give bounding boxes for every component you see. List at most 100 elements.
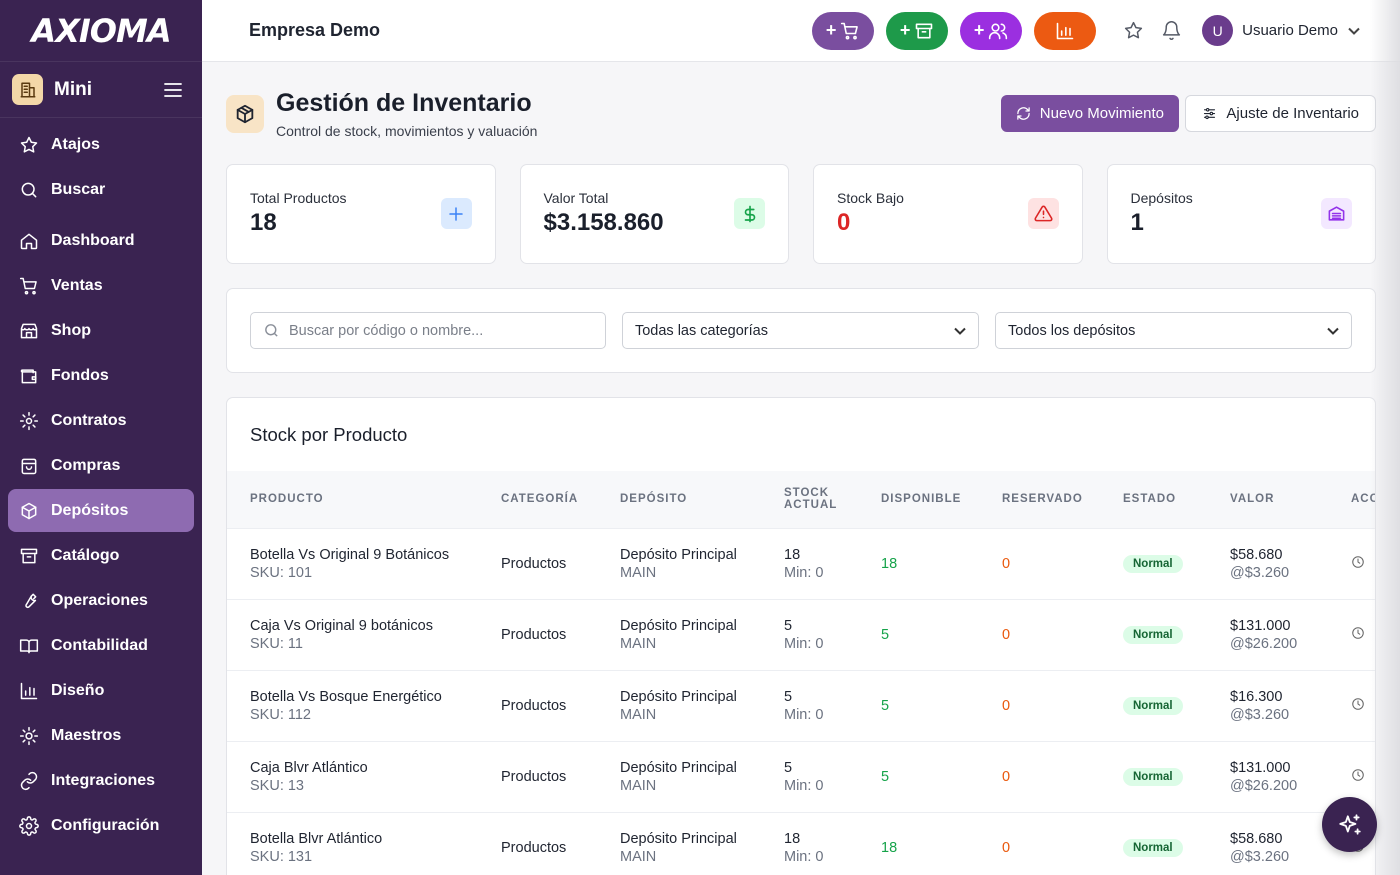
plus-label: +	[899, 20, 911, 40]
col-header[interactable]: Valor	[1230, 471, 1351, 529]
sidebar-item-atajos[interactable]: Atajos	[8, 123, 194, 166]
sidebar-item-label: Atajos	[51, 135, 100, 153]
sidebar-item-catalogo[interactable]: Catálogo	[8, 534, 194, 577]
sidebar-item-depositos[interactable]: Depósitos	[8, 489, 194, 532]
quick-new-product-button[interactable]: +	[886, 11, 949, 50]
page-title: Gestión de Inventario	[276, 89, 532, 117]
sidebar-item-integraciones[interactable]: Integraciones	[8, 759, 194, 802]
col-header[interactable]: Depósito	[620, 471, 784, 529]
quick-new-client-button[interactable]: +	[960, 11, 1023, 50]
cell-warehouse: Depósito Principal MAIN	[620, 528, 784, 600]
quick-new-sale-button[interactable]: +	[812, 11, 875, 50]
archive-icon	[19, 546, 39, 566]
quick-reports-button[interactable]	[1034, 11, 1097, 50]
sidebar-item-label: Depósitos	[51, 501, 129, 519]
table-row[interactable]: Caja Blvr Atlántico SKU: 13 Productos Depós…	[227, 741, 1375, 813]
cart-icon	[19, 276, 39, 296]
stats-row: Total Productos 18 Valor Total $3.158.86…	[226, 164, 1376, 264]
warehouse-select[interactable]: Todos los depósitos	[995, 312, 1353, 349]
sidebar-item-fondos[interactable]: Fondos	[8, 354, 194, 397]
product-sku: SKU: 13	[250, 777, 304, 794]
star-icon	[19, 135, 39, 155]
history-clock-icon[interactable]	[1351, 768, 1365, 786]
stat-label: Depósitos	[1130, 190, 1193, 206]
sidebar-item-contratos[interactable]: Contratos	[8, 399, 194, 442]
sidebar-item-label: Contabilidad	[51, 636, 148, 654]
stat-label: Stock Bajo	[837, 190, 904, 206]
sidebar-item-operaciones[interactable]: Operaciones	[8, 579, 194, 622]
table-row[interactable]: Botella Blvr Atlántico SKU: 131 Productos D…	[227, 812, 1375, 875]
sidebar-item-configuracion[interactable]: Configuración	[8, 804, 194, 847]
sidebar-item-dashboard[interactable]: Dashboard	[8, 219, 194, 262]
cell-category: Productos	[501, 528, 620, 600]
product-name[interactable]: Caja Blvr Atlántico	[250, 760, 501, 776]
store-icon	[19, 321, 39, 341]
product-name[interactable]: Botella Vs Original 9 Botánicos	[250, 547, 501, 563]
bell-icon[interactable]	[1158, 18, 1184, 44]
cell-product: Botella Blvr Atlántico SKU: 131	[227, 812, 501, 875]
inventory-adjust-button[interactable]: Ajuste de Inventario	[1185, 95, 1376, 132]
new-movement-label: Nuevo Movimiento	[1039, 105, 1164, 122]
cell-category: Productos	[501, 599, 620, 671]
cell-reserved: 0	[1002, 741, 1123, 813]
cell-stock: 18 Min: 0	[784, 812, 881, 875]
chevron-down-icon	[954, 327, 966, 335]
sidebar-item-diseno[interactable]: Diseño	[8, 669, 194, 712]
app-logo[interactable]: AXIOMA	[0, 0, 202, 62]
history-clock-icon[interactable]	[1351, 555, 1365, 573]
table-row[interactable]: Caja Vs Original 9 botánicos SKU: 11 Produ…	[227, 599, 1375, 671]
col-header: Acc	[1351, 471, 1375, 529]
cell-actions	[1351, 599, 1375, 671]
history-clock-icon[interactable]	[1351, 626, 1365, 644]
sidebar-item-maestros[interactable]: Maestros	[8, 714, 194, 757]
value-unit: @$3.260	[1230, 706, 1290, 723]
col-header[interactable]: Stock Actual	[784, 471, 881, 529]
product-sku: SKU: 112	[250, 706, 311, 723]
chevron-down-icon	[1327, 327, 1339, 335]
ai-assistant-button[interactable]	[1322, 797, 1377, 852]
stat-label: Valor Total	[543, 190, 609, 206]
col-header[interactable]: Disponible	[881, 471, 1002, 529]
product-name[interactable]: Caja Vs Original 9 botánicos	[250, 618, 501, 634]
product-name[interactable]: Botella Vs Bosque Energético	[250, 689, 501, 705]
sidebar-item-label: Catálogo	[51, 546, 120, 564]
sidebar: AXIOMA Mini Atajos Buscar Dashboard Vent…	[0, 0, 202, 875]
chevron-down-icon	[1348, 27, 1360, 35]
search-input[interactable]	[289, 322, 589, 339]
col-header[interactable]: Estado	[1123, 471, 1230, 529]
col-header[interactable]: Categoría	[501, 471, 620, 529]
col-header[interactable]: Reservado	[1002, 471, 1123, 529]
hamburger-icon[interactable]	[162, 79, 184, 101]
sidebar-item-compras[interactable]: Compras	[8, 444, 194, 487]
sidebar-item-ventas[interactable]: Ventas	[8, 264, 194, 307]
table-row[interactable]: Botella Vs Original 9 Botánicos SKU: 101 P…	[227, 528, 1375, 600]
product-name[interactable]: Botella Blvr Atlántico	[250, 831, 501, 847]
table-title: Stock por Producto	[250, 423, 408, 445]
search-icon	[265, 324, 278, 337]
home-icon	[19, 231, 39, 251]
stock-min: Min: 0	[784, 848, 824, 865]
history-clock-icon[interactable]	[1351, 697, 1365, 715]
sidebar-item-contabilidad[interactable]: Contabilidad	[8, 624, 194, 667]
cell-stock: 5 Min: 0	[784, 741, 881, 813]
search-box[interactable]	[250, 312, 606, 349]
new-movement-button[interactable]: Nuevo Movimiento	[1000, 95, 1179, 132]
user-menu[interactable]: U Usuario Demo	[1202, 15, 1360, 46]
col-header[interactable]: Producto	[227, 471, 501, 529]
sidebar-item-shop[interactable]: Shop	[8, 309, 194, 352]
wrench-icon	[19, 591, 39, 611]
sidebar-item-label: Shop	[51, 321, 91, 339]
table-row[interactable]: Botella Vs Bosque Energético SKU: 112 Prod…	[227, 670, 1375, 742]
category-select[interactable]: Todas las categorías	[621, 312, 979, 349]
main-content: Gestión de Inventario Control de stock, …	[226, 62, 1376, 875]
sidebar-item-label: Maestros	[51, 726, 122, 744]
product-sku: SKU: 11	[250, 635, 303, 652]
cell-available: 5	[881, 599, 1002, 671]
cell-reserved: 0	[1002, 528, 1123, 600]
plus-label: +	[973, 20, 985, 40]
favorites-star-icon[interactable]	[1120, 18, 1146, 44]
cell-actions	[1351, 528, 1375, 600]
sidebar-item-buscar[interactable]: Buscar	[8, 168, 194, 211]
cell-warehouse: Depósito Principal MAIN	[620, 741, 784, 813]
cell-available: 18	[881, 528, 1002, 600]
